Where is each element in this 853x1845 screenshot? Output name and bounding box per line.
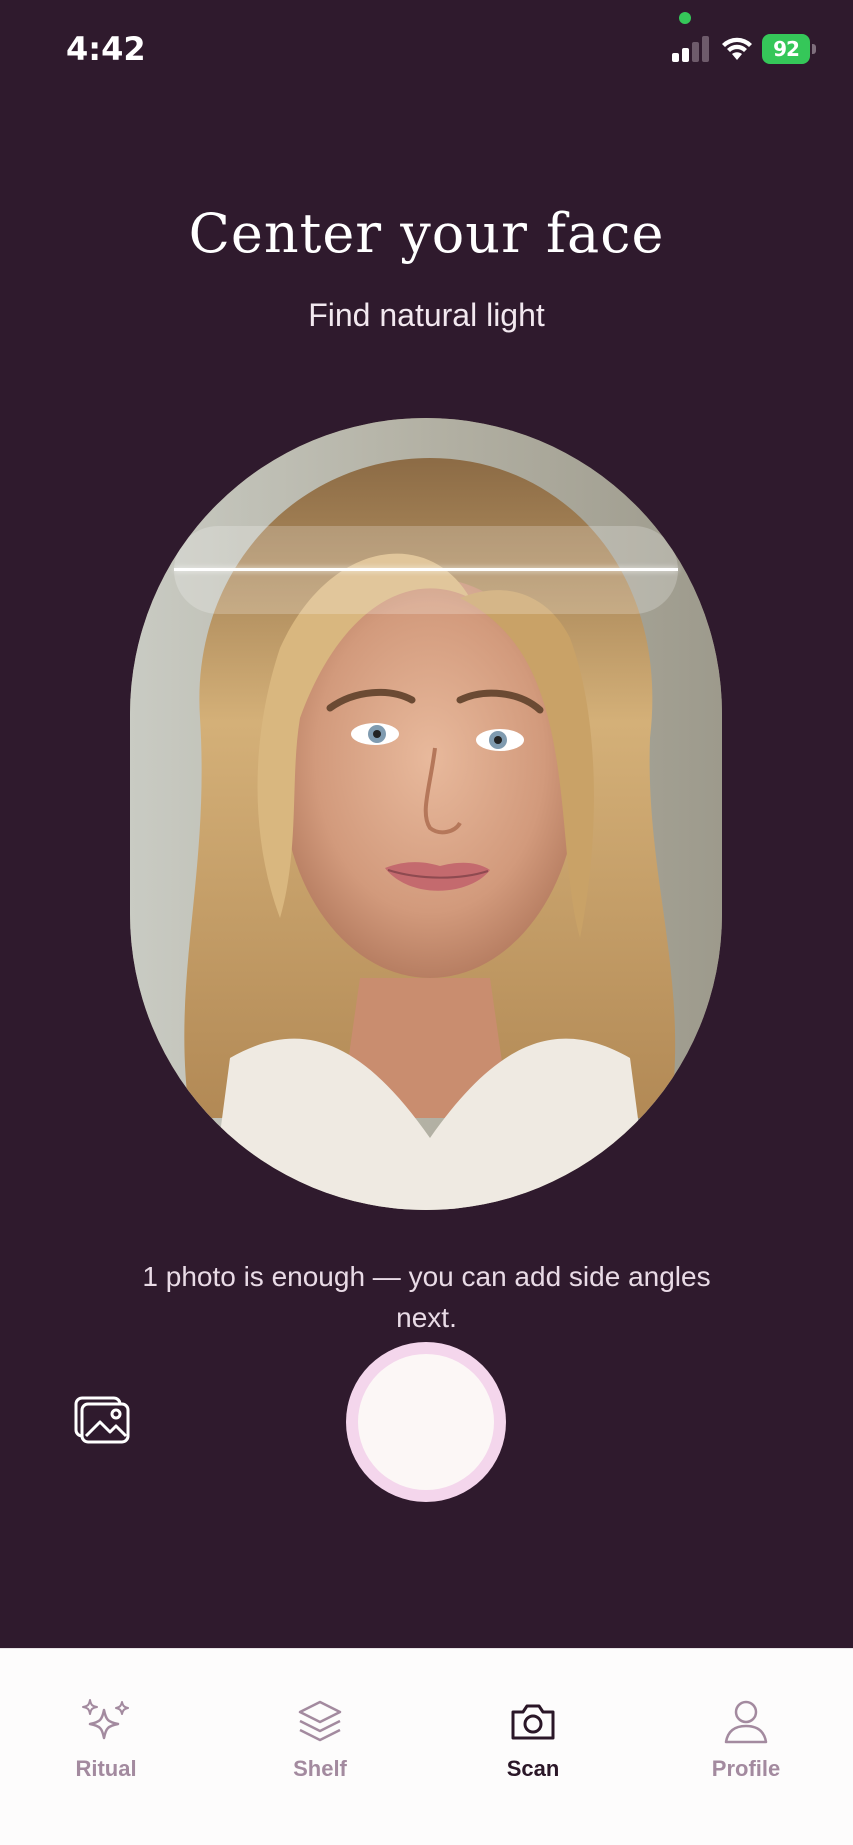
battery-cap: [812, 44, 816, 54]
tab-profile[interactable]: Profile: [666, 1648, 826, 1781]
hint-text: 1 photo is enough — you can add side ang…: [142, 1261, 711, 1333]
scan-line: [174, 568, 678, 571]
page-title: Center your face: [188, 202, 665, 265]
tab-label: Scan: [506, 1756, 560, 1781]
tab-label: Ritual: [75, 1756, 137, 1781]
cellular-signal-icon: [672, 36, 709, 62]
tab-label: Profile: [711, 1756, 781, 1781]
camera-icon: [511, 1704, 555, 1740]
status-bar: 4:42 92: [0, 0, 853, 100]
camera-preview: [130, 418, 722, 1210]
camera-in-use-indicator: [679, 12, 691, 24]
layers-icon: [298, 1700, 342, 1742]
image-gallery-icon[interactable]: [74, 1396, 130, 1444]
sparkles-icon: [82, 1699, 129, 1740]
page-subtitle: Find natural light: [308, 297, 545, 333]
shutter-inner: [358, 1354, 494, 1490]
tab-label: Shelf: [293, 1756, 347, 1781]
battery-icon: 92: [762, 34, 816, 64]
tab-ritual[interactable]: Ritual: [26, 1648, 186, 1781]
status-time: 4:42: [66, 30, 146, 68]
shutter-button[interactable]: [346, 1342, 506, 1502]
person-icon: [724, 1700, 768, 1744]
tab-shelf[interactable]: Shelf: [240, 1648, 400, 1781]
tab-scan[interactable]: Scan: [453, 1648, 613, 1781]
wifi-icon: [722, 37, 752, 60]
battery-level: 92: [762, 34, 810, 64]
